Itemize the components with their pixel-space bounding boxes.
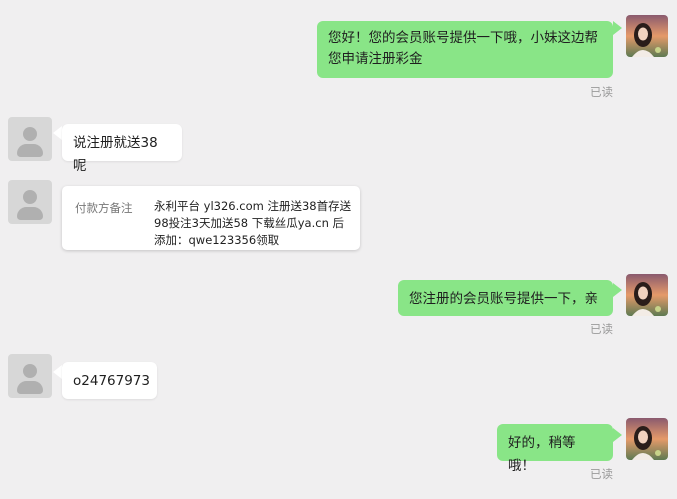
self-avatar[interactable] — [626, 15, 668, 57]
bubble-tail — [613, 21, 622, 35]
outgoing-message[interactable]: 您好！您的会员账号提供一下哦，小妹这边帮您申请注册彩金 — [317, 21, 613, 78]
chat-area: 您好！您的会员账号提供一下哦，小妹这边帮您申请注册彩金 已读 说注册就送38呢 … — [0, 0, 677, 499]
payment-note-card[interactable]: 付款方备注 永利平台 yl326.com 注册送38首存送98投注3天加送58 … — [62, 186, 360, 250]
message-text: o24767973 — [73, 373, 150, 389]
contact-avatar[interactable] — [8, 180, 52, 224]
read-status: 已读 — [590, 467, 613, 481]
incoming-message[interactable]: o24767973 — [62, 362, 157, 399]
bubble-tail — [53, 126, 62, 140]
message-text: 说注册就送38呢 — [73, 135, 158, 174]
outgoing-message[interactable]: 好的，稍等哦！ — [497, 424, 613, 474]
bubble-tail — [613, 428, 622, 442]
read-status: 已读 — [590, 85, 613, 99]
message-text: 好的，稍等哦！ — [508, 435, 576, 474]
read-status: 已读 — [590, 322, 613, 336]
message-text: 您注册的会员账号提供一下，亲 — [409, 291, 598, 307]
outgoing-message[interactable]: 您注册的会员账号提供一下，亲 — [398, 280, 613, 316]
bubble-tail — [53, 365, 62, 379]
card-note: 永利平台 yl326.com 注册送38首存送98投注3天加送58 下载丝瓜ya… — [154, 199, 352, 247]
contact-avatar[interactable] — [8, 117, 52, 161]
self-avatar[interactable] — [626, 418, 668, 460]
message-text: 您好！您的会员账号提供一下哦，小妹这边帮您申请注册彩金 — [328, 30, 598, 67]
bubble-tail — [613, 283, 622, 297]
card-label: 付款方备注 — [75, 201, 133, 215]
contact-avatar[interactable] — [8, 354, 52, 398]
incoming-message[interactable]: 说注册就送38呢 — [62, 124, 182, 174]
self-avatar[interactable] — [626, 274, 668, 316]
